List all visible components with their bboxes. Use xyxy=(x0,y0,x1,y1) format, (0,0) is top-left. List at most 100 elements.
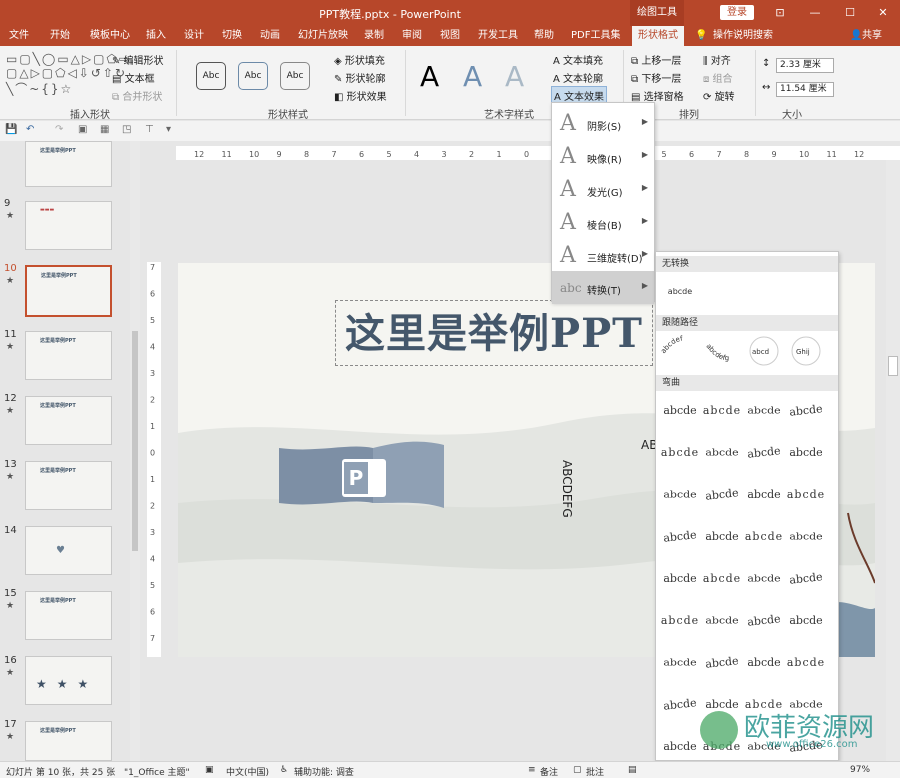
slide-thumbnail[interactable]: 这里是举例PPT xyxy=(25,331,112,380)
tab-help[interactable]: 帮助 xyxy=(534,26,554,46)
slide-thumbnail[interactable]: 这里是举例PPT xyxy=(25,591,112,640)
warp-option[interactable]: abcde xyxy=(744,401,784,422)
shape-effect-button[interactable]: ◧ 形状效果 xyxy=(334,88,387,103)
warp-option[interactable]: abcde xyxy=(702,524,742,550)
tab-review[interactable]: 审阅 xyxy=(402,26,422,46)
shape-fill-button[interactable]: ◈ 形状填充 xyxy=(334,52,385,67)
scrollbar-thumb[interactable] xyxy=(132,331,138,551)
vertical-textbox[interactable]: ABCDEFG xyxy=(560,460,574,518)
warp-option[interactable]: abcde xyxy=(702,692,742,718)
align-button[interactable]: ⫼ 对齐 xyxy=(703,52,731,67)
pin-icon[interactable]: ⊤ xyxy=(145,124,154,135)
image-icon[interactable]: ▦ xyxy=(100,124,109,135)
warp-option[interactable]: abcde xyxy=(659,690,701,720)
text-fill-button[interactable]: A 文本填充 xyxy=(553,52,603,67)
menu-item-shadow[interactable]: A 阴影(S) ▶ xyxy=(552,107,654,140)
warp-option[interactable]: abcde xyxy=(785,396,827,426)
warp-option[interactable]: abcde xyxy=(702,566,742,592)
warp-option[interactable]: abcde xyxy=(660,398,700,424)
share-button[interactable]: 共享 xyxy=(862,26,882,46)
comments-button[interactable]: 批注 xyxy=(586,765,604,778)
slide-thumbnail-selected[interactable]: 这里是举例PPT xyxy=(25,265,112,317)
warp-option[interactable]: abcde xyxy=(785,732,827,762)
warp-option[interactable]: abcde xyxy=(660,653,700,674)
tell-me-search[interactable]: 操作说明搜索 xyxy=(713,26,773,46)
shape-style-1[interactable]: Abc xyxy=(196,62,226,90)
tab-transitions[interactable]: 切换 xyxy=(222,26,242,46)
shape-style-2[interactable]: Abc xyxy=(238,62,268,90)
bring-forward-button[interactable]: ⧉ 上移一层 xyxy=(631,52,681,67)
wordart-style-black[interactable]: A xyxy=(420,60,439,93)
warp-option[interactable]: abcde xyxy=(659,522,701,552)
tab-view[interactable]: 视图 xyxy=(440,26,460,46)
edit-shape-button[interactable]: ✎ 编辑形状 xyxy=(112,52,164,67)
scrollbar-thumb[interactable] xyxy=(888,356,898,376)
menu-item-glow[interactable]: A 发光(G) ▶ xyxy=(552,173,654,206)
follow-path-options[interactable]: abcdef abcdefg abcd Ghij xyxy=(660,334,836,370)
zoom-level[interactable]: 97% xyxy=(850,765,870,775)
warp-option[interactable]: abcde xyxy=(743,606,785,636)
accessibility-status[interactable]: 辅助功能: 调查 xyxy=(294,765,354,778)
warp-option[interactable]: abcde xyxy=(786,695,826,716)
warp-option[interactable]: abcde xyxy=(744,569,784,590)
ribbon-display-icon[interactable]: ⊡ xyxy=(765,0,795,26)
height-input[interactable]: 2.33 厘米 xyxy=(776,58,834,73)
panel-scrollbar[interactable] xyxy=(130,141,140,761)
presentation-icon[interactable]: ▣ xyxy=(78,124,87,135)
close-icon[interactable]: ✕ xyxy=(868,0,898,26)
warp-option[interactable]: abcde xyxy=(702,734,742,760)
warp-option[interactable]: abcde xyxy=(701,480,743,510)
warp-option[interactable]: abcde xyxy=(786,608,826,634)
tab-shape-format[interactable]: 形状格式 xyxy=(632,26,684,46)
warp-option[interactable]: abcde xyxy=(786,482,826,508)
slide-thumbnail[interactable]: ▬▬▬ xyxy=(25,201,112,250)
warp-option[interactable]: abcde xyxy=(744,737,784,758)
spellcheck-icon[interactable]: ▣ xyxy=(205,765,214,775)
language[interactable]: 中文(中国) xyxy=(226,765,269,778)
transform-none[interactable]: abcde xyxy=(660,279,700,305)
tab-animations[interactable]: 动画 xyxy=(260,26,280,46)
merge-shape-button[interactable]: ⧉ 合并形状 xyxy=(112,88,162,103)
tab-record[interactable]: 录制 xyxy=(364,26,384,46)
text-box-button[interactable]: ▤ 文本框 xyxy=(112,70,155,85)
shape-style-3[interactable]: Abc xyxy=(280,62,310,90)
warp-option[interactable]: abcde xyxy=(701,648,743,678)
tab-template-center[interactable]: 模板中心 xyxy=(90,26,130,46)
menu-item-3d-rotation[interactable]: A 三维旋转(D) ▶ xyxy=(552,239,654,272)
warp-option[interactable]: abcde xyxy=(744,692,784,718)
maximize-icon[interactable]: ☐ xyxy=(835,0,865,26)
menu-item-bevel[interactable]: A 棱台(B) ▶ xyxy=(552,206,654,239)
slide-thumbnail[interactable]: 这里是举例PPT xyxy=(25,141,112,187)
customize-icon[interactable]: ▾ xyxy=(166,124,171,135)
warp-option[interactable]: abcde xyxy=(785,564,827,594)
slide-thumbnail[interactable]: ★★★ xyxy=(25,656,112,705)
menu-item-reflection[interactable]: A 映像(R) ▶ xyxy=(552,140,654,173)
minimize-icon[interactable]: — xyxy=(800,0,830,26)
warp-option[interactable]: abcde xyxy=(702,611,742,632)
save-icon[interactable]: 💾 xyxy=(5,124,17,135)
warp-option[interactable]: abcde xyxy=(660,566,700,592)
tab-file[interactable]: 文件 xyxy=(9,26,29,46)
slide-thumbnail[interactable]: ♥ xyxy=(25,526,112,575)
wordart-style-outline[interactable]: A xyxy=(505,60,524,93)
warp-option[interactable]: abcde xyxy=(660,485,700,506)
tab-insert[interactable]: 插入 xyxy=(146,26,166,46)
login-button[interactable]: 登录 xyxy=(720,5,754,20)
warp-option[interactable]: abcde xyxy=(744,524,784,550)
text-outline-button[interactable]: A 文本轮廓 xyxy=(553,70,603,85)
slide-thumbnail[interactable]: 这里是举例PPT xyxy=(25,721,112,761)
redo-icon[interactable]: ↷ xyxy=(55,124,63,135)
warp-option[interactable]: abcde xyxy=(702,398,742,424)
slide-thumbnail[interactable]: 这里是举例PPT xyxy=(25,461,112,510)
warp-option[interactable]: abcde xyxy=(660,734,700,760)
warp-option[interactable]: abcde xyxy=(744,482,784,508)
slide-scrollbar[interactable] xyxy=(886,160,900,762)
tab-developer[interactable]: 开发工具 xyxy=(478,26,518,46)
warp-option[interactable]: abcde xyxy=(786,440,826,466)
tab-design[interactable]: 设计 xyxy=(184,26,204,46)
tab-home[interactable]: 开始 xyxy=(50,26,70,46)
warp-option[interactable]: abcde xyxy=(744,650,784,676)
undo-icon[interactable]: ↶ xyxy=(26,124,34,135)
selection-pane-button[interactable]: ▤ 选择窗格 xyxy=(631,88,684,103)
notes-button[interactable]: 备注 xyxy=(540,765,558,778)
